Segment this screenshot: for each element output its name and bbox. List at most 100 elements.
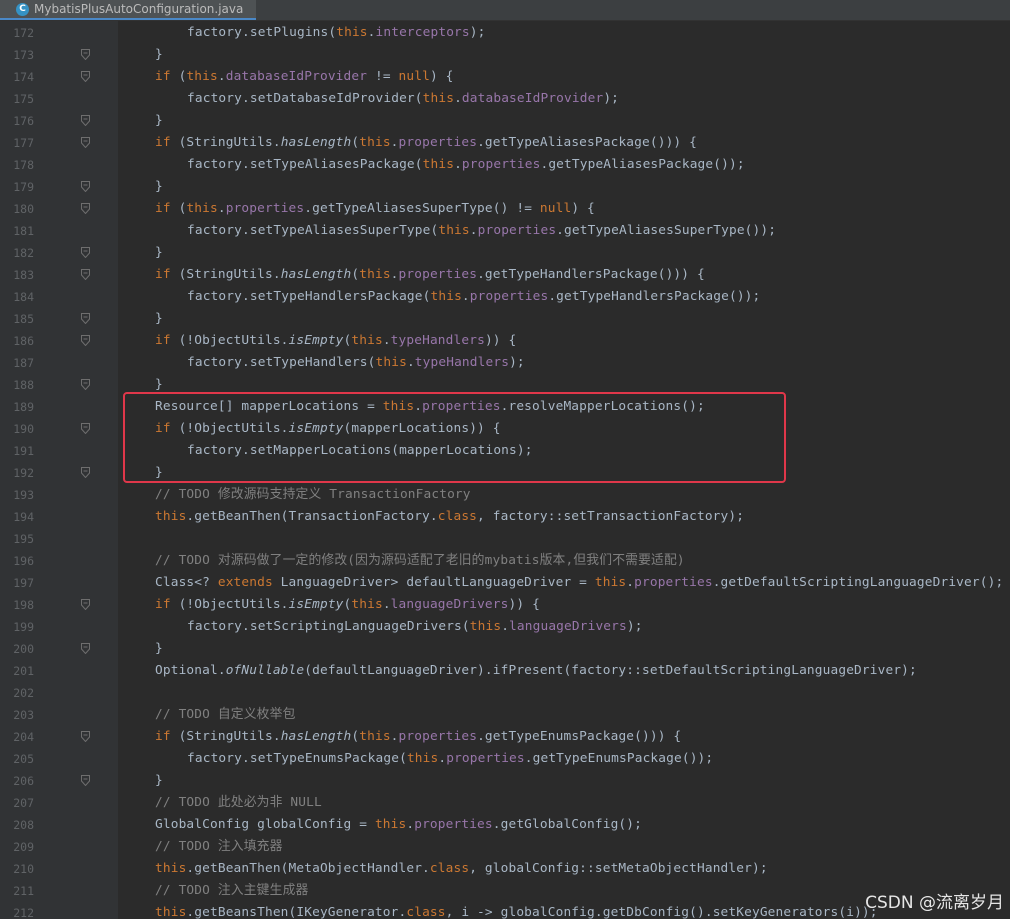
line-number: 196 <box>13 554 34 568</box>
fold-marker-icon[interactable] <box>81 643 90 654</box>
code-line[interactable]: 185} <box>0 308 1010 330</box>
code-token: properties <box>477 223 557 238</box>
code-token: class <box>437 509 478 524</box>
line-number: 210 <box>13 862 34 876</box>
code-line[interactable]: 209 // TODO 注入填充器 <box>0 836 1010 858</box>
code-text: // TODO 自定义枚举包 <box>155 704 296 726</box>
code-token: this <box>374 817 407 832</box>
code-text: } <box>155 770 163 792</box>
code-token: .getBeansThen(IKeyGenerator. <box>186 905 407 919</box>
line-number: 199 <box>13 620 34 634</box>
fold-marker-icon[interactable] <box>81 379 90 390</box>
fold-marker-icon[interactable] <box>81 269 90 280</box>
code-token: ); <box>469 25 486 40</box>
fold-marker-icon[interactable] <box>81 203 90 214</box>
code-token: . <box>217 201 226 216</box>
code-token: properties <box>398 135 478 150</box>
line-number: 179 <box>13 180 34 194</box>
line-number: 204 <box>13 730 34 744</box>
code-line[interactable]: 206} <box>0 770 1010 792</box>
code-token: // TODO 注入主键生成器 <box>155 883 309 898</box>
line-number: 187 <box>13 356 34 370</box>
code-line[interactable]: 194 this.getBeanThen(TransactionFactory.c… <box>0 506 1010 528</box>
code-line[interactable]: 205 factory.setTypeEnumsPackage(this.prop… <box>0 748 1010 770</box>
code-line[interactable]: 181 factory.setTypeAliasesSuperType(this.… <box>0 220 1010 242</box>
fold-marker-icon[interactable] <box>81 115 90 126</box>
fold-marker-icon[interactable] <box>81 71 90 82</box>
code-line[interactable]: 197 Class<? extends LanguageDriver> defau… <box>0 572 1010 594</box>
code-token: (defaultLanguageDriver).ifPresent(factor… <box>304 663 917 678</box>
line-number: 194 <box>13 510 34 524</box>
code-text: } <box>155 308 163 330</box>
code-token: } <box>155 245 163 260</box>
code-token: ) { <box>571 201 595 216</box>
code-line[interactable]: 199 factory.setScriptingLanguageDrivers(t… <box>0 616 1010 638</box>
code-text: // TODO 此处必为非 NULL <box>155 792 322 814</box>
code-text: GlobalConfig globalConfig = this.propert… <box>155 814 642 836</box>
code-line[interactable]: 182} <box>0 242 1010 264</box>
code-line[interactable]: 203 // TODO 自定义枚举包 <box>0 704 1010 726</box>
code-line[interactable]: 187 factory.setTypeHandlers(this.typeHand… <box>0 352 1010 374</box>
code-line[interactable]: 176} <box>0 110 1010 132</box>
code-token: factory.setScriptingLanguageDrivers( <box>187 619 470 634</box>
code-line[interactable]: 173} <box>0 44 1010 66</box>
code-token: (!ObjectUtils. <box>170 333 289 348</box>
code-line[interactable]: 193 // TODO 修改源码支持定义 TransactionFactory <box>0 484 1010 506</box>
code-text: factory.setTypeAliasesSuperType(this.pro… <box>187 220 776 242</box>
fold-marker-icon[interactable] <box>81 423 90 434</box>
code-line[interactable]: 207 // TODO 此处必为非 NULL <box>0 792 1010 814</box>
fold-marker-icon[interactable] <box>81 49 90 60</box>
code-text: } <box>155 242 163 264</box>
code-line[interactable]: 172 factory.setPlugins(this.interceptors)… <box>0 22 1010 44</box>
code-line[interactable]: 211 // TODO 注入主键生成器 <box>0 880 1010 902</box>
fold-marker-icon[interactable] <box>81 775 90 786</box>
code-token: factory.setDatabaseIdProvider( <box>187 91 423 106</box>
fold-marker-icon[interactable] <box>81 313 90 324</box>
line-number: 180 <box>13 202 34 216</box>
fold-marker-icon[interactable] <box>81 599 90 610</box>
code-line[interactable]: 202 <box>0 682 1010 704</box>
code-line[interactable]: 208 GlobalConfig globalConfig = this.prop… <box>0 814 1010 836</box>
code-line[interactable]: 186 if (!ObjectUtils.isEmpty(this.typeHan… <box>0 330 1010 352</box>
file-tab[interactable]: C MybatisPlusAutoConfiguration.java <box>0 0 256 20</box>
code-line[interactable]: 179} <box>0 176 1010 198</box>
code-token: .getBeanThen(TransactionFactory. <box>186 509 438 524</box>
code-token: . <box>382 597 391 612</box>
code-token: ) { <box>429 69 454 84</box>
code-line[interactable]: 183 if (StringUtils.hasLength(this.proper… <box>0 264 1010 286</box>
fold-marker-icon[interactable] <box>81 731 90 742</box>
code-token: this <box>155 509 187 524</box>
code-line[interactable]: 195 <box>0 528 1010 550</box>
code-token: // TODO 修改源码支持定义 TransactionFactory <box>155 487 471 502</box>
code-line[interactable]: 180 if (this.properties.getTypeAliasesSup… <box>0 198 1010 220</box>
code-line[interactable]: 178 factory.setTypeAliasesPackage(this.pr… <box>0 154 1010 176</box>
code-line[interactable]: 198 if (!ObjectUtils.isEmpty(this.languag… <box>0 594 1010 616</box>
fold-marker-icon[interactable] <box>81 137 90 148</box>
line-number: 198 <box>13 598 34 612</box>
line-number: 174 <box>13 70 34 84</box>
line-number: 173 <box>13 48 34 62</box>
code-text: if (StringUtils.hasLength(this.propertie… <box>155 726 681 748</box>
code-line[interactable]: 175 factory.setDatabaseIdProvider(this.da… <box>0 88 1010 110</box>
code-token: factory.setTypeEnumsPackage( <box>187 751 407 766</box>
code-line[interactable]: 204 if (StringUtils.hasLength(this.proper… <box>0 726 1010 748</box>
code-token: . <box>469 223 478 238</box>
code-token: properties <box>414 817 493 832</box>
code-text: factory.setPlugins(this.interceptors); <box>187 22 486 44</box>
code-line[interactable]: 177 if (StringUtils.hasLength(this.proper… <box>0 132 1010 154</box>
code-line[interactable]: 200} <box>0 638 1010 660</box>
code-line[interactable]: 201 Optional.ofNullable(defaultLanguageDr… <box>0 660 1010 682</box>
code-line[interactable]: 196 // TODO 对源码做了一定的修改(因为源码适配了老旧的mybatis版… <box>0 550 1010 572</box>
code-line[interactable]: 210 this.getBeanThen(MetaObjectHandler.cl… <box>0 858 1010 880</box>
code-token: .getTypeAliasesSuperType() != <box>304 201 540 216</box>
fold-marker-icon[interactable] <box>81 181 90 192</box>
code-line[interactable]: 212 this.getBeansThen(IKeyGenerator.class… <box>0 902 1010 919</box>
code-line[interactable]: 184 factory.setTypeHandlersPackage(this.p… <box>0 286 1010 308</box>
code-token: // TODO 对源码做了一定的修改(因为源码适配了老旧的mybatis版本,但… <box>155 553 685 568</box>
line-number: 186 <box>13 334 34 348</box>
fold-marker-icon[interactable] <box>81 247 90 258</box>
code-line[interactable]: 174 if (this.databaseIdProvider != null) … <box>0 66 1010 88</box>
fold-marker-icon[interactable] <box>81 335 90 346</box>
fold-marker-icon[interactable] <box>81 467 90 478</box>
code-token: this <box>155 861 187 876</box>
